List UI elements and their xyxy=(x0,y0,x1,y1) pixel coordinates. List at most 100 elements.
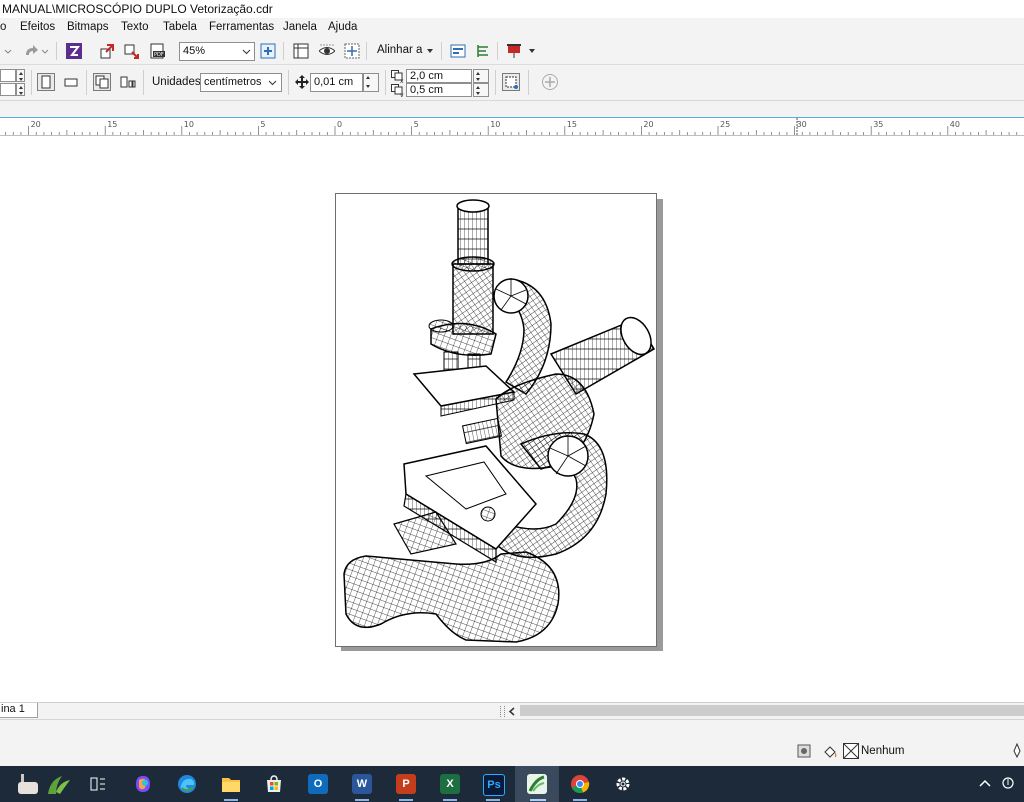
nosepiece-ring xyxy=(428,319,454,333)
task-view-button[interactable] xyxy=(88,774,108,794)
color-proof-icon[interactable] xyxy=(797,744,811,758)
duplicate-x-spinner[interactable] xyxy=(473,69,489,83)
ruler-label: 5 xyxy=(414,120,419,129)
copilot-button[interactable] xyxy=(133,774,153,794)
scroll-left-icon[interactable] xyxy=(508,707,516,716)
snap-to-icon[interactable] xyxy=(343,42,361,60)
weather-widget-icon xyxy=(18,774,70,794)
edge-button[interactable] xyxy=(177,774,197,794)
word-icon: W xyxy=(356,778,368,790)
gear-icon xyxy=(616,777,630,791)
excel-button[interactable]: X xyxy=(440,774,460,794)
nudge-distance-field[interactable]: 0,01 cm xyxy=(310,73,363,92)
current-page-icon[interactable] xyxy=(119,73,137,91)
options-icon[interactable] xyxy=(474,42,492,60)
landscape-orientation-icon[interactable] xyxy=(62,73,80,91)
word-button[interactable]: W xyxy=(352,774,372,794)
portrait-orientation-icon[interactable] xyxy=(37,73,55,91)
title-bar: MANUAL\MICROSCÓPIO DUPLO Vetorização.cdr xyxy=(0,0,1024,18)
chrome-button[interactable] xyxy=(570,774,590,794)
menu-item-janela[interactable]: Janela xyxy=(283,21,317,33)
add-icon[interactable] xyxy=(541,73,559,91)
store-icon xyxy=(267,775,281,792)
nudge-distance-spinner[interactable] xyxy=(363,73,379,92)
excel-running-indicator xyxy=(443,799,457,801)
coreldraw-button[interactable] xyxy=(527,774,547,794)
widgets-button[interactable] xyxy=(16,770,72,798)
units-label: Unidades: xyxy=(152,76,204,88)
outlook-button[interactable]: O xyxy=(308,774,328,794)
ruler-label: 10 xyxy=(490,120,500,129)
word-running-indicator xyxy=(355,799,369,801)
horizontal-ruler[interactable]: 20 15 10 5 0 5 10 15 20 25 30 35 40 xyxy=(0,118,1024,136)
page-height-field[interactable] xyxy=(0,83,16,96)
redo-icon[interactable] xyxy=(22,42,40,60)
menu-bar: o Efeitos Bitmaps Texto Tabela Ferrament… xyxy=(0,18,1024,39)
nudge-distance-value: 0,01 cm xyxy=(314,76,354,88)
page-width-spinner[interactable] xyxy=(16,69,25,82)
menu-item-texto[interactable]: Texto xyxy=(121,21,149,33)
svg-text:y: y xyxy=(400,92,404,97)
app-launcher-icon[interactable] xyxy=(449,42,467,60)
photoshop-icon: Ps xyxy=(487,779,501,791)
microsoft-store-button[interactable] xyxy=(264,774,284,794)
chevron-up-icon[interactable] xyxy=(979,778,991,788)
fill-bucket-icon xyxy=(824,746,837,758)
photoshop-button[interactable]: Ps xyxy=(483,774,505,796)
import-icon[interactable] xyxy=(98,42,116,60)
menu-item-partial[interactable]: o xyxy=(0,21,6,33)
menu-item-ajuda[interactable]: Ajuda xyxy=(328,21,357,33)
publish-pdf-icon[interactable]: PDF xyxy=(149,42,167,60)
duplicate-x-value: 2,0 cm xyxy=(410,70,444,82)
powerpoint-button[interactable]: P xyxy=(396,774,416,794)
horizontal-scrollbar[interactable] xyxy=(520,705,1024,716)
nudge-distance-icon xyxy=(293,73,311,91)
svg-text:x: x xyxy=(400,78,404,83)
zoom-fit-icon[interactable] xyxy=(259,42,277,60)
export-icon[interactable] xyxy=(123,42,141,60)
window-title: MANUAL\MICROSCÓPIO DUPLO Vetorização.cdr xyxy=(2,2,273,16)
file-explorer-button[interactable] xyxy=(221,774,241,794)
view-guidelines-icon[interactable] xyxy=(318,42,336,60)
units-value: centímetros xyxy=(204,76,262,88)
page-width-field[interactable] xyxy=(0,69,16,82)
fill-status-label: Nenhum xyxy=(861,745,905,757)
eyepiece-top-1 xyxy=(456,199,490,213)
redo-dropdown-icon[interactable] xyxy=(40,42,50,60)
menu-item-ferramentas[interactable]: Ferramentas xyxy=(209,21,274,33)
align-to-label[interactable]: Alinhar a xyxy=(377,44,422,56)
copilot-icon xyxy=(136,776,150,792)
duplicate-x-field[interactable]: 2,0 cm xyxy=(406,69,472,83)
presentation-icon[interactable] xyxy=(505,42,523,60)
drawing-page[interactable] xyxy=(335,193,657,647)
menu-item-bitmaps[interactable]: Bitmaps xyxy=(67,21,109,33)
chrome-icon xyxy=(571,775,590,793)
zoom-level-value: 45% xyxy=(183,45,206,57)
duplicate-y-spinner[interactable] xyxy=(473,83,489,97)
units-select[interactable]: centímetros xyxy=(200,73,282,92)
chevron-down-icon[interactable] xyxy=(528,48,536,54)
svg-text:PDF: PDF xyxy=(154,52,164,58)
menu-item-tabela[interactable]: Tabela xyxy=(163,21,197,33)
ruler-label: 0 xyxy=(337,120,342,129)
microscope-wireframe-drawing[interactable] xyxy=(336,194,657,647)
page-height-spinner[interactable] xyxy=(16,83,25,96)
splitter-grip[interactable] xyxy=(500,706,505,717)
no-fill-icon xyxy=(843,743,859,759)
zoom-level-select[interactable]: 45% xyxy=(179,42,255,61)
undo-dropdown-icon[interactable] xyxy=(2,42,14,60)
treat-as-filled-icon[interactable] xyxy=(502,73,520,91)
menu-item-efeitos[interactable]: Efeitos xyxy=(20,21,55,33)
rulers-icon[interactable] xyxy=(292,42,310,60)
all-pages-icon[interactable] xyxy=(93,73,111,91)
chevron-down-icon[interactable] xyxy=(426,48,434,54)
ruler-label: 25 xyxy=(720,120,730,129)
body-collar-1 xyxy=(451,256,495,272)
settings-button[interactable] xyxy=(613,774,633,794)
page-tab-1[interactable]: ina 1 xyxy=(0,703,38,718)
input-indicator-icon[interactable] xyxy=(1001,776,1015,790)
windows-taskbar xyxy=(0,766,1024,802)
duplicate-y-field[interactable]: 0,5 cm xyxy=(406,83,472,97)
powerpoint-icon: P xyxy=(402,778,410,790)
corel-connect-icon[interactable] xyxy=(65,42,83,60)
